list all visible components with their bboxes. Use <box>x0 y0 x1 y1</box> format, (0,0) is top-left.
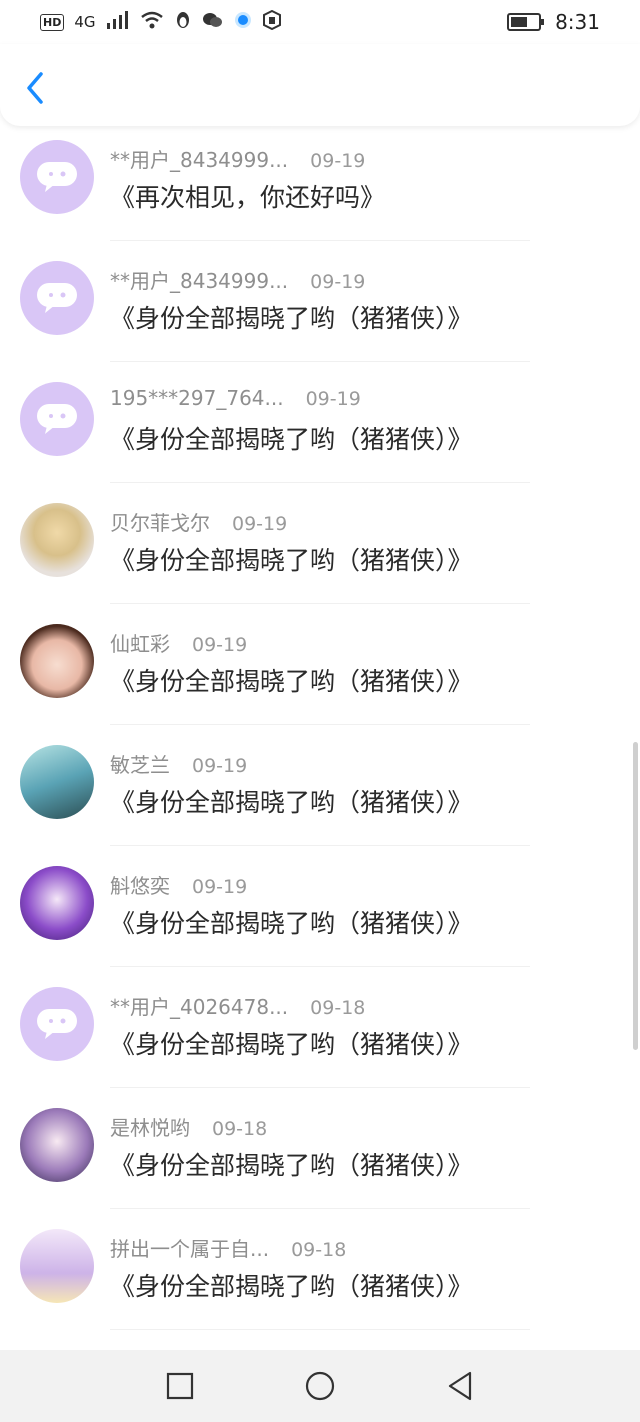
user-name: 敏芝兰 <box>110 753 170 777</box>
post-date: 09-18 <box>212 1118 268 1140</box>
user-name: **用户_4026478... <box>110 995 289 1019</box>
item-title: 《身份全部揭晓了哟（猪猪侠）》 <box>110 546 473 575</box>
scrollbar[interactable] <box>633 742 638 1050</box>
back-button[interactable] <box>20 68 50 108</box>
item-title: 《身份全部揭晓了哟（猪猪侠）》 <box>110 1272 473 1301</box>
item-meta: **用户_8434999... 09-19 <box>110 144 365 173</box>
home-button[interactable] <box>300 1366 340 1406</box>
avatar[interactable] <box>20 140 94 214</box>
user-name: **用户_8434999... <box>110 148 289 172</box>
item-meta: 仙虹彩 09-19 <box>110 628 247 657</box>
battery-icon <box>507 13 545 31</box>
post-date: 09-19 <box>192 634 248 656</box>
chevron-left-icon <box>27 72 43 104</box>
list-item[interactable]: **用户_8434999... 09-19 《再次相见，你还好吗》 <box>20 128 530 241</box>
item-title: 《身份全部揭晓了哟（猪猪侠）》 <box>110 304 473 333</box>
wifi-icon <box>140 10 164 34</box>
user-name: 仙虹彩 <box>110 632 170 656</box>
item-meta: 斛悠奕 09-19 <box>110 870 247 899</box>
avatar[interactable] <box>20 382 94 456</box>
avatar[interactable] <box>20 624 94 698</box>
blue-dot-icon <box>234 10 252 34</box>
top-header <box>0 44 640 126</box>
item-meta: 是林悦哟 09-18 <box>110 1112 267 1141</box>
network-type: 4G <box>74 13 96 31</box>
hd-badge: HD <box>40 13 65 31</box>
avatar[interactable] <box>20 261 94 335</box>
list-item[interactable]: 195***297_764... 09-19 《身份全部揭晓了哟（猪猪侠）》 <box>20 362 530 483</box>
user-name: 贝尔菲戈尔 <box>110 511 210 535</box>
list-item[interactable]: 是林悦哟 09-18 《身份全部揭晓了哟（猪猪侠）》 <box>20 1088 530 1209</box>
signal-bars-icon <box>106 10 130 34</box>
item-title: 《身份全部揭晓了哟（猪猪侠）》 <box>110 425 473 454</box>
comment-list: **用户_8434999... 09-19 《再次相见，你还好吗》 **用户_8… <box>0 128 640 1348</box>
list-item[interactable]: **用户_8434999... 09-19 《身份全部揭晓了哟（猪猪侠）》 <box>20 241 530 362</box>
chat-bubble-icon <box>37 404 77 434</box>
item-title: 《身份全部揭晓了哟（猪猪侠）》 <box>110 1151 473 1180</box>
post-date: 09-19 <box>310 271 366 293</box>
item-meta: 敏芝兰 09-19 <box>110 749 247 778</box>
list-item[interactable]: 仙虹彩 09-19 《身份全部揭晓了哟（猪猪侠）》 <box>20 604 530 725</box>
user-name: **用户_8434999... <box>110 269 289 293</box>
circle-home-icon <box>305 1371 335 1401</box>
list-item[interactable]: 斛悠奕 09-19 《身份全部揭晓了哟（猪猪侠）》 <box>20 846 530 967</box>
status-bar: HD 4G 8:31 <box>0 0 640 44</box>
post-date: 09-19 <box>310 150 366 172</box>
chat-bubble-icon <box>37 283 77 313</box>
post-date: 09-18 <box>310 997 366 1019</box>
list-item[interactable]: 敏芝兰 09-19 《身份全部揭晓了哟（猪猪侠）》 <box>20 725 530 846</box>
item-title: 《身份全部揭晓了哟（猪猪侠）》 <box>110 788 473 817</box>
status-left-icons: HD 4G <box>40 9 282 35</box>
user-name: 斛悠奕 <box>110 874 170 898</box>
chat-bubble-icon <box>37 1009 77 1039</box>
item-title: 《身份全部揭晓了哟（猪猪侠）》 <box>110 1030 473 1059</box>
post-date: 09-19 <box>192 755 248 777</box>
penguin-icon <box>174 10 192 35</box>
item-meta: **用户_4026478... 09-18 <box>110 991 365 1020</box>
chat-bubble-icon <box>37 162 77 192</box>
avatar[interactable] <box>20 745 94 819</box>
shield-icon <box>262 9 282 35</box>
post-date: 09-18 <box>291 1239 347 1261</box>
avatar[interactable] <box>20 987 94 1061</box>
triangle-back-icon <box>448 1371 472 1401</box>
user-name: 是林悦哟 <box>110 1116 190 1140</box>
item-title: 《身份全部揭晓了哟（猪猪侠）》 <box>110 909 473 938</box>
back-nav-button[interactable] <box>440 1366 480 1406</box>
item-title: 《身份全部揭晓了哟（猪猪侠）》 <box>110 667 473 696</box>
status-right: 8:31 <box>507 10 600 34</box>
list-item[interactable]: 拼出一个属于自... 09-18 《身份全部揭晓了哟（猪猪侠）》 <box>20 1209 530 1330</box>
item-meta: 拼出一个属于自... 09-18 <box>110 1233 346 1262</box>
post-date: 09-19 <box>305 388 361 410</box>
avatar[interactable] <box>20 866 94 940</box>
list-item[interactable]: **用户_4026478... 09-18 《身份全部揭晓了哟（猪猪侠）》 <box>20 967 530 1088</box>
list-item[interactable]: 贝尔菲戈尔 09-19 《身份全部揭晓了哟（猪猪侠）》 <box>20 483 530 604</box>
recent-apps-button[interactable] <box>160 1366 200 1406</box>
user-name: 拼出一个属于自... <box>110 1237 270 1261</box>
system-navbar <box>0 1350 640 1422</box>
avatar[interactable] <box>20 1108 94 1182</box>
item-meta: **用户_8434999... 09-19 <box>110 265 365 294</box>
avatar[interactable] <box>20 1229 94 1303</box>
avatar[interactable] <box>20 503 94 577</box>
post-date: 09-19 <box>232 513 288 535</box>
item-meta: 贝尔菲戈尔 09-19 <box>110 507 287 536</box>
user-name: 195***297_764... <box>110 386 284 410</box>
status-time: 8:31 <box>555 10 600 34</box>
item-meta: 195***297_764... 09-19 <box>110 386 361 410</box>
square-recent-apps-icon <box>166 1372 194 1400</box>
post-date: 09-19 <box>192 876 248 898</box>
item-title: 《再次相见，你还好吗》 <box>110 183 386 212</box>
wechat-icon <box>202 10 224 34</box>
